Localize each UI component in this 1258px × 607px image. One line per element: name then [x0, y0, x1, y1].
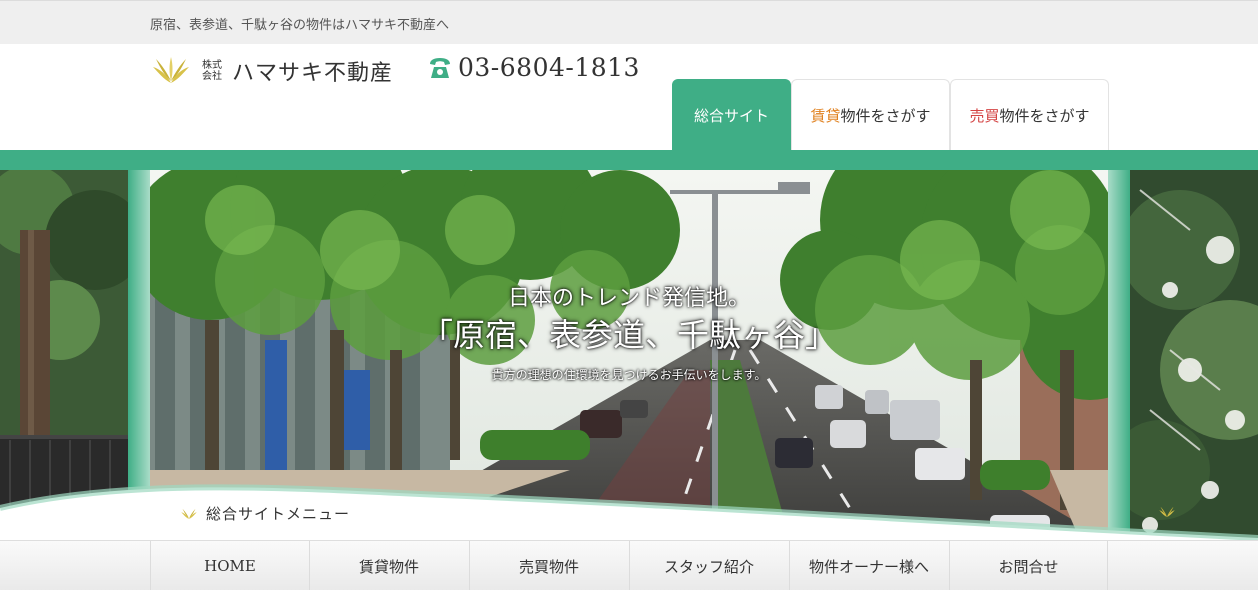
top-tagline: 原宿、表参道、千駄ヶ谷の物件はハマサキ不動産へ — [150, 18, 450, 33]
tab-rental-search[interactable]: 賃貸 物件をさがす — [791, 79, 950, 151]
logo-company-type-line2: 会社 — [202, 71, 222, 82]
tab-sale-search[interactable]: 売買 物件をさがす — [950, 79, 1109, 151]
site-menu-heading: 総合サイトメニュー — [180, 503, 350, 524]
hero-subcopy: 貴方の理想の住環境を見つけるお手伝いをします。 — [491, 368, 767, 382]
hero-headline: 日本のトレンド発信地。 — [507, 286, 750, 311]
phone-icon — [430, 57, 450, 78]
logo-company-name: ハマサキ不動産 — [232, 61, 394, 86]
nav-rental[interactable]: 賃貸物件 — [309, 541, 468, 591]
site-logo[interactable]: 株式 会社 ハマサキ不動産 — [152, 56, 393, 86]
logo-company-type: 株式 会社 — [202, 60, 226, 82]
phone-contact[interactable]: 03-6804-1813 — [428, 53, 640, 82]
nav-contact[interactable]: お問合せ — [949, 541, 1108, 591]
site-menu-heading-text: 総合サイトメニュー — [206, 505, 351, 523]
tab-sale-accent: 売買 — [969, 107, 1000, 125]
tab-general-site-label: 総合サイト — [693, 107, 769, 125]
leaf-logo-icon — [181, 508, 197, 519]
tab-general-site[interactable]: 総合サイト — [672, 79, 791, 151]
leaf-logo-icon — [1159, 506, 1175, 518]
phone-number: 03-6804-1813 — [458, 53, 640, 82]
page-bottom — [0, 590, 1258, 607]
leaf-logo-icon — [153, 57, 189, 83]
nav-home[interactable]: HOME — [150, 541, 309, 591]
nav-owners[interactable]: 物件オーナー様へ — [789, 541, 948, 591]
hero-main-title: 「原宿、表参道、千駄ヶ谷」 — [420, 316, 837, 354]
logo-company-type-line1: 株式 — [202, 60, 222, 71]
tab-rental-accent: 賃貸 — [810, 107, 841, 125]
nav-staff[interactable]: スタッフ紹介 — [629, 541, 788, 591]
top-bar: 原宿、表参道、千駄ヶ谷の物件はハマサキ不動産へ — [0, 0, 1258, 44]
main-nav: HOME 賃貸物件 売買物件 スタッフ紹介 物件オーナー様へ お問合せ — [0, 540, 1258, 592]
green-band — [0, 150, 1258, 170]
tab-sale-label: 物件をさがす — [999, 107, 1090, 125]
tab-rental-label: 物件をさがす — [840, 107, 931, 125]
nav-sale[interactable]: 売買物件 — [469, 541, 628, 591]
